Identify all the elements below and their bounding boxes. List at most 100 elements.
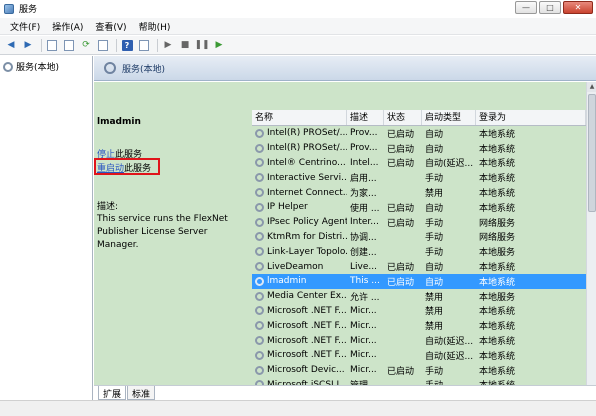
cell-log-on-as: 本地系统 [479,189,516,200]
scroll-up-icon[interactable]: ▲ [587,82,596,92]
status-bar [0,400,596,416]
cell-startup-type: 禁用 [425,307,444,318]
close-button[interactable]: ✕ [563,1,593,14]
cell-name: Microsoft Devic... [252,365,347,375]
minimize-button[interactable]: — [515,1,537,14]
cell-description: Prov... [350,128,378,139]
cell-status: 已启动 [387,129,415,140]
cell-name: KtmRm for Distri... [252,232,347,242]
cell-description: 协调... [350,233,377,244]
cell-description: Micr... [350,320,377,331]
service-name-text: Microsoft .NET F... [267,335,347,346]
service-name-text: Media Center Ex... [267,291,347,302]
cell-log-on-as: 网络服务 [479,218,516,229]
cell-description: 允许 ... [350,292,380,303]
cell-status: 已启动 [387,366,415,377]
cell-name: IPsec Policy Agent [252,217,347,227]
table-row[interactable]: Microsoft Devic... Micr... 已启动 手动 本地系统 [252,363,586,378]
column-name[interactable]: 名称 [252,110,347,125]
table-row[interactable]: LiveDeamon Live... 已启动 自动 本地系统 [252,259,586,274]
table-row[interactable]: Link-Layer Topolo... 创建... 手动 本地服务 [252,244,586,259]
service-gear-icon [255,350,264,360]
table-row[interactable]: IP Helper 使用 ... 已启动 自动 本地系统 [252,200,586,215]
console-icon[interactable] [137,38,151,52]
service-gear-icon [3,61,13,72]
service-name-text: Microsoft .NET F... [267,305,347,316]
menu-file[interactable]: 文件(F) [4,20,46,33]
table-row[interactable]: IPsec Policy Agent Inter... 已启动 手动 网络服务 [252,215,586,230]
cell-description: Micr... [350,365,377,376]
tab-extended[interactable]: 扩展 [98,386,127,400]
service-name-text: Microsoft .NET F... [267,320,347,331]
table-row[interactable]: Microsoft .NET F... Micr... 禁用 本地系统 [252,304,586,319]
table-row[interactable]: Microsoft .NET F... Micr... 禁用 本地系统 [252,318,586,333]
column-description[interactable]: 描述 [347,110,384,125]
column-startup-type[interactable]: 启动类型 [422,110,476,125]
cell-name: Microsoft .NET F... [252,336,347,346]
table-row[interactable]: Microsoft .NET F... Micr... 自动(延迟... 本地系统 [252,333,586,348]
view-tabs: 扩展 标准 [94,385,596,400]
window-title: 服务 [19,5,38,15]
service-gear-icon [255,217,264,227]
table-row[interactable]: KtmRm for Distri... 协调... 手动 网络服务 [252,230,586,245]
service-gear-icon [255,202,264,212]
export-icon[interactable] [96,38,110,52]
menu-bar: 文件(F) 操作(A) 查看(V) 帮助(H) [0,18,596,35]
start-icon[interactable]: ▶ [161,38,175,52]
menu-help[interactable]: 帮助(H) [133,20,177,33]
cell-log-on-as: 本地系统 [479,366,516,377]
restart-link[interactable]: 重启动 [97,164,124,174]
cell-status: 已启动 [387,263,415,274]
table-body: Intel(R) PROSet/... Prov... 已启动 自动 本地系统 Intel… [252,126,586,407]
table-row[interactable]: Intel(R) PROSet/... Prov... 已启动 自动 本地系统 [252,126,586,141]
table-row[interactable]: Microsoft .NET F... Micr... 自动(延迟... 本地系统 [252,348,586,363]
cell-log-on-as: 本地系统 [479,322,516,333]
console-tree-icon[interactable] [45,38,59,52]
pause-icon[interactable]: ❚❚ [194,38,209,52]
table-row[interactable]: Interactive Servi... 启用... 手动 本地系统 [252,170,586,185]
table-row[interactable]: Media Center Ex... 允许 ... 禁用 本地服务 [252,289,586,304]
service-detail: lmadmin 停止此服务 重启动此服务 描述: This service ru… [94,117,249,407]
service-gear-icon [104,62,116,74]
cell-startup-type: 手动 [425,366,444,377]
service-name-text: IP Helper [267,202,308,213]
cell-startup-type: 自动 [425,129,444,140]
service-name-text: LiveDeamon [267,261,324,272]
help-icon[interactable]: ? [120,38,134,52]
cell-startup-type: 自动(延迟... [425,337,474,348]
service-name: lmadmin [97,117,141,127]
properties-icon[interactable] [62,38,76,52]
back-icon[interactable]: ◀ [4,38,18,52]
forward-icon[interactable]: ▶ [21,38,35,52]
refresh-icon[interactable]: ⟳ [79,38,93,52]
cell-log-on-as: 本地系统 [479,159,516,170]
cell-name: Microsoft .NET F... [252,306,347,316]
column-log-on-as[interactable]: 登录为 [476,110,586,125]
table-row[interactable]: lmadmin This ... 已启动 自动 本地系统 [252,273,586,289]
menu-view[interactable]: 查看(V) [89,20,132,33]
table-row[interactable]: Intel(R) PROSet/... Prov... 已启动 自动 本地系统 [252,141,586,156]
table-row[interactable]: Intel® Centrino... Intel... 已启动 自动(延迟... 本地系… [252,156,586,171]
service-name-text: IPsec Policy Agent [267,217,347,228]
description-text: This service runs the FlexNet Publisher … [97,214,228,250]
table-row[interactable]: Internet Connect... 为家... 禁用 本地系统 [252,185,586,200]
column-status[interactable]: 状态 [384,110,422,125]
cell-description: 创建... [350,248,377,259]
cell-description: Micr... [350,335,377,346]
maximize-button[interactable]: □ [539,1,561,14]
services-pane: 服务(本地) lmadmin 停止此服务 重启动此服务 描述: This ser… [94,56,596,406]
cell-log-on-as: 本地系统 [479,351,516,362]
tree-item-services-local[interactable]: 服务(本地) [0,56,92,73]
cell-name: Link-Layer Topolo... [252,247,347,257]
menu-action[interactable]: 操作(A) [46,20,89,33]
tab-standard[interactable]: 标准 [127,386,156,400]
resume-icon[interactable]: ▶ [212,38,226,52]
cell-log-on-as: 本地服务 [479,248,516,259]
vertical-scrollbar[interactable]: ▲ [586,82,596,385]
service-name-text: lmadmin [267,276,307,287]
stop-icon[interactable]: ■ [178,38,192,52]
service-gear-icon [255,336,264,346]
cell-startup-type: 自动(延迟... [425,159,474,170]
tree-item-label: 服务(本地) [16,63,60,73]
scroll-thumb[interactable] [588,94,596,212]
